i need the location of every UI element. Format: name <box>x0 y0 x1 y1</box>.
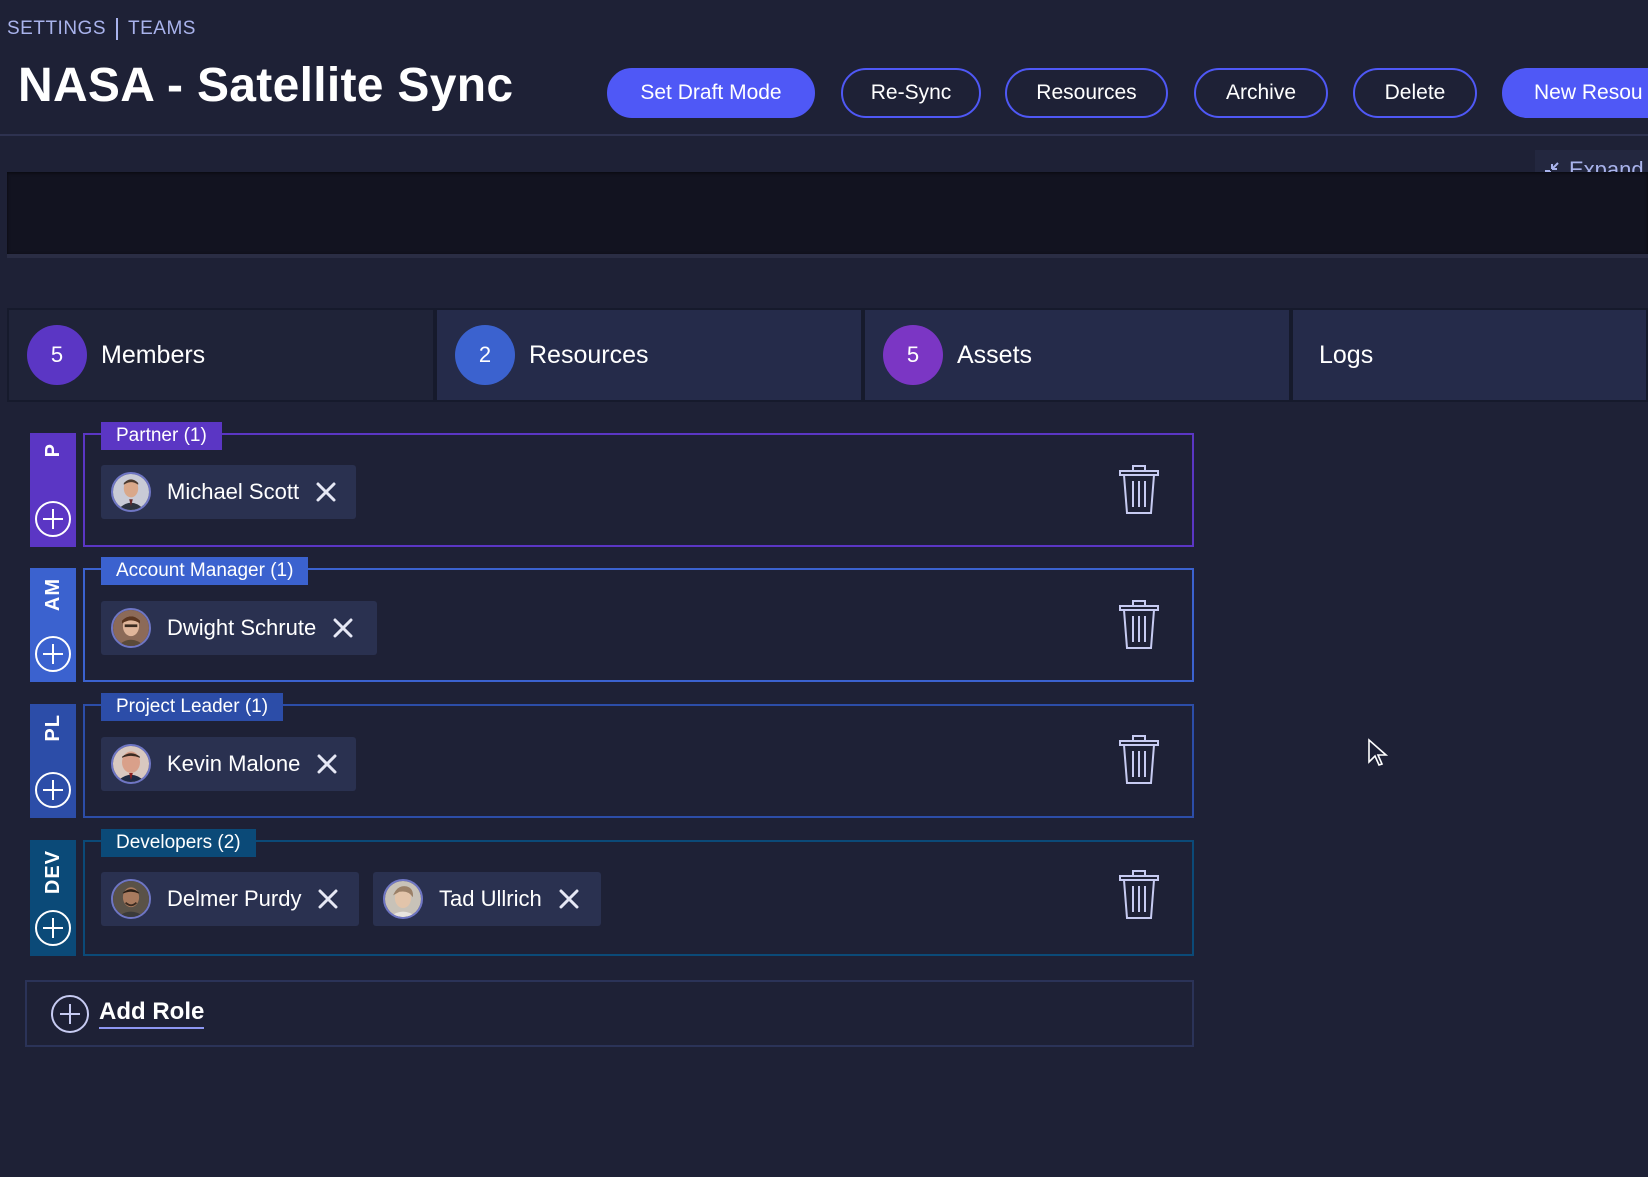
trash-icon[interactable] <box>1118 600 1160 650</box>
tab-label: Resources <box>529 340 649 369</box>
avatar-michael <box>111 472 151 512</box>
close-icon[interactable] <box>316 753 338 775</box>
member-name: Dwight Schrute <box>167 615 317 640</box>
role-abbreviation: AM <box>41 578 64 612</box>
tab-label: Assets <box>957 340 1033 369</box>
delete-button[interactable]: Delete <box>1353 68 1477 118</box>
close-icon[interactable] <box>315 481 337 503</box>
breadcrumb-separator <box>116 18 119 40</box>
member-name: Michael Scott <box>167 479 300 504</box>
add-role-label: Add Role <box>99 998 205 1029</box>
member-name: Tad Ullrich <box>439 886 542 911</box>
role-abbreviation: DEV <box>41 850 64 895</box>
role-abbreviation: P <box>41 443 64 458</box>
tab-label: Logs <box>1319 340 1374 369</box>
role-sidebar-partner: P <box>30 433 76 547</box>
tab-count-badge: 5 <box>883 325 943 385</box>
trash-icon[interactable] <box>1118 465 1160 515</box>
tab-assets[interactable]: 5 Assets <box>863 308 1291 402</box>
member-name: Delmer Purdy <box>167 886 302 911</box>
tab-logs[interactable]: Logs <box>1291 308 1648 402</box>
avatar-dwight <box>111 608 151 648</box>
archive-button[interactable]: Archive <box>1194 68 1328 118</box>
plus-circle-icon[interactable] <box>33 770 73 810</box>
re-sync-button[interactable]: Re-Sync <box>841 68 981 118</box>
tab-bar: 5 Members 2 Resources 5 Assets Logs <box>7 308 1648 402</box>
member-chip: Kevin Malone <box>101 737 356 791</box>
breadcrumb-teams[interactable]: TEAMS <box>128 18 196 40</box>
plus-circle-icon <box>51 994 89 1033</box>
plus-circle-icon[interactable] <box>33 634 73 674</box>
header-divider <box>0 134 1648 136</box>
role-abbreviation: PL <box>41 714 64 742</box>
tab-label: Members <box>101 340 206 369</box>
avatar-kevin <box>111 744 151 784</box>
new-resource-button[interactable]: New Resou <box>1502 68 1648 118</box>
tab-count-badge: 2 <box>455 325 515 385</box>
member-name: Kevin Malone <box>167 751 301 776</box>
avatar-delmer <box>111 879 151 919</box>
role-tag-account-manager: Account Manager (1) <box>101 557 309 585</box>
role-sidebar-project-leader: PL <box>30 704 76 818</box>
description-panel <box>7 172 1648 258</box>
role-tag-project-leader: Project Leader (1) <box>101 693 284 721</box>
breadcrumb: SETTINGS TEAMS <box>7 18 196 40</box>
role-tag-partner: Partner (1) <box>101 422 222 450</box>
trash-icon[interactable] <box>1118 870 1160 920</box>
close-icon[interactable] <box>332 617 354 639</box>
close-icon[interactable] <box>558 888 580 910</box>
mouse-pointer-icon <box>1368 738 1389 766</box>
close-icon[interactable] <box>317 888 339 910</box>
role-sidebar-account-manager: AM <box>30 568 76 682</box>
avatar-tad <box>383 879 423 919</box>
tab-count-badge: 5 <box>27 325 87 385</box>
resources-button[interactable]: Resources <box>1005 68 1168 118</box>
tab-members[interactable]: 5 Members <box>7 308 435 402</box>
role-sidebar-developers: DEV <box>30 840 76 956</box>
breadcrumb-settings[interactable]: SETTINGS <box>7 18 106 40</box>
page-title: NASA - Satellite Sync <box>18 59 514 112</box>
member-chip: Dwight Schrute <box>101 601 377 655</box>
plus-circle-icon[interactable] <box>33 499 73 539</box>
tab-resources[interactable]: 2 Resources <box>435 308 863 402</box>
member-chip: Delmer Purdy <box>101 872 359 926</box>
trash-icon[interactable] <box>1118 735 1160 785</box>
member-chip: Tad Ullrich <box>373 872 601 926</box>
role-tag-developers: Developers (2) <box>101 829 256 857</box>
plus-circle-icon[interactable] <box>33 908 73 948</box>
set-draft-mode-button[interactable]: Set Draft Mode <box>607 68 815 118</box>
member-chip: Michael Scott <box>101 465 356 519</box>
add-role-button[interactable]: Add Role <box>25 980 1194 1047</box>
